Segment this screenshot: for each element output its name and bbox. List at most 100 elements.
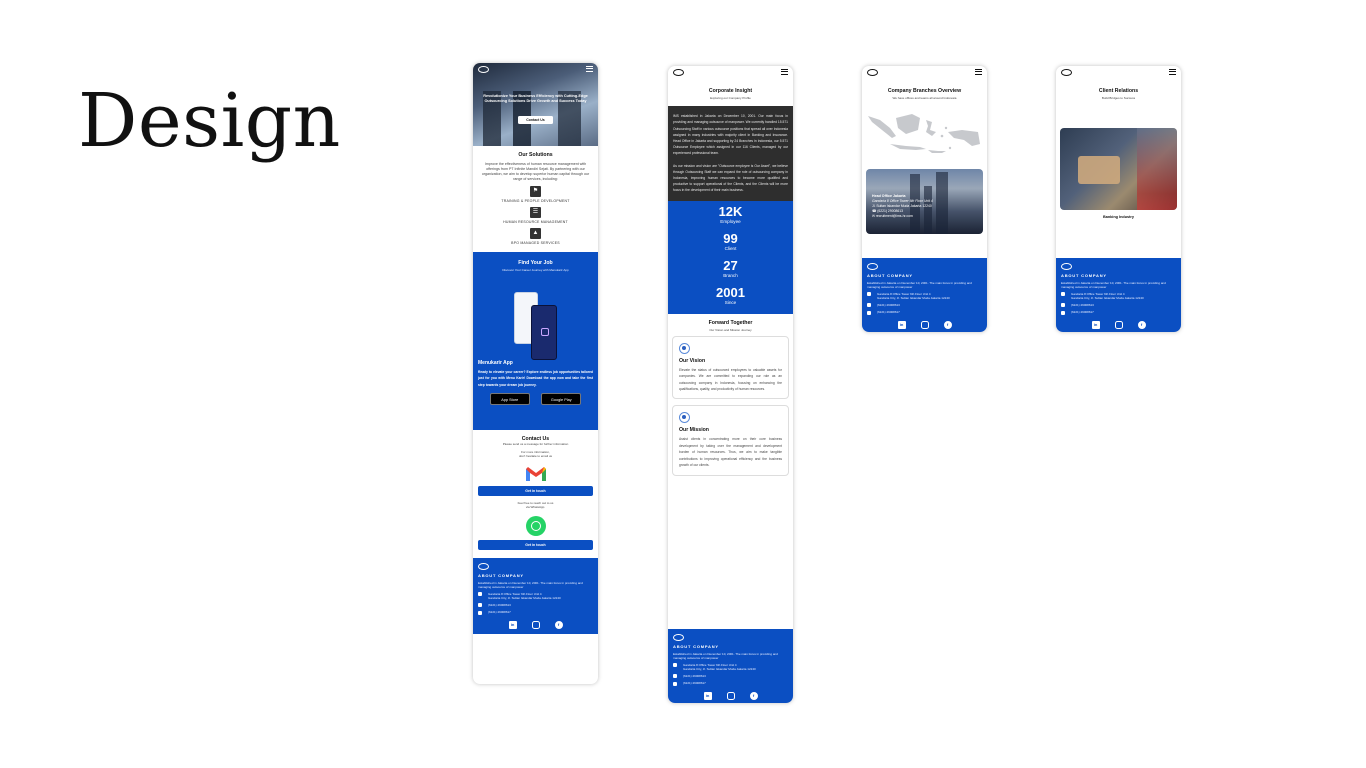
- contact-section: Contact Us Please send us a message for …: [473, 430, 598, 551]
- phone-icon: [478, 610, 482, 615]
- footer-about-title: ABOUT COMPANY: [673, 644, 719, 649]
- company-logo[interactable]: [867, 69, 878, 76]
- footer-logo: [673, 634, 684, 641]
- footer-phone-2[interactable]: (6221) 29008617: [867, 310, 982, 315]
- home-screen-mockup: Revolutionize Your Business Efficiency w…: [473, 63, 598, 684]
- office-phone: (6221) 29008613: [877, 209, 904, 214]
- office-email: recruitment@ims-hr.com: [875, 214, 913, 219]
- location-icon: [1061, 292, 1065, 297]
- footer: ABOUT COMPANY Established in Jakarta on …: [862, 258, 987, 332]
- location-icon: [673, 663, 677, 668]
- solution-item[interactable]: ☰ HUMAN RESOURCE MANAGEMENT: [481, 207, 590, 224]
- hero-contact-button[interactable]: Contact Us: [518, 116, 553, 124]
- branches-screen-mockup: Company Branches Overview We have office…: [862, 66, 987, 332]
- solution-label: BPO MANAGED SERVICES: [511, 241, 560, 245]
- email-get-in-touch-button[interactable]: Get in touch: [478, 485, 593, 496]
- mission-title: Our Mission: [679, 427, 709, 434]
- social-links: in f: [673, 691, 788, 700]
- instagram-icon[interactable]: [726, 691, 735, 700]
- footer-address: Gandaria 8 Office Tower 6th Floor Unit 4…: [1061, 292, 1176, 300]
- indonesia-map: [862, 108, 987, 164]
- hamburger-menu-icon[interactable]: [1169, 69, 1176, 75]
- hamburger-menu-icon[interactable]: [975, 69, 982, 75]
- footer-phone-1[interactable]: (6221) 29008613: [478, 603, 593, 608]
- linkedin-icon[interactable]: in: [1091, 320, 1100, 329]
- company-profile-block: IMS established in Jakarta on December 1…: [668, 106, 793, 201]
- hamburger-menu-icon[interactable]: [781, 69, 788, 75]
- top-bar: [1056, 66, 1181, 78]
- about-subtitle: Exploring our Company Profile: [710, 96, 751, 100]
- footer: ABOUT COMPANY Established in Jakarta on …: [668, 629, 793, 703]
- phone-icon: [867, 303, 871, 308]
- whatsapp-icon: [525, 516, 546, 537]
- hamburger-menu-icon[interactable]: [586, 66, 593, 72]
- footer-phone-1[interactable]: (6221) 29008613: [673, 674, 788, 679]
- stats-block: 12K Employee 99 Client 27 Branch 2001 Since: [668, 200, 793, 314]
- stat-since: 2001 Since: [716, 284, 745, 305]
- solution-label: TRAINING & PEOPLE DEVELOPMENT: [501, 199, 570, 203]
- phone-icon: [867, 310, 871, 315]
- solutions-intro: Improve the effectiveness of human resou…: [481, 162, 590, 181]
- branches-subtitle: We have offices and teams all around Ind…: [892, 96, 957, 100]
- linkedin-icon[interactable]: in: [703, 691, 712, 700]
- vision-title: Our Vision: [679, 357, 706, 364]
- footer-phone-2[interactable]: (6221) 29008617: [1061, 310, 1176, 315]
- stat-employee: 12K Employee: [718, 203, 743, 224]
- linkedin-icon[interactable]: in: [508, 620, 517, 629]
- app-store-button[interactable]: App Store: [489, 392, 530, 405]
- footer-about-text: Established in Jakarta on December 10, 2…: [673, 652, 778, 660]
- footer-phone-2[interactable]: (6221) 29008617: [673, 681, 788, 686]
- footer-phone-1[interactable]: (6221) 29008613: [867, 303, 982, 308]
- facebook-icon[interactable]: f: [554, 620, 563, 629]
- facebook-icon[interactable]: f: [749, 691, 758, 700]
- training-icon: ⚑: [530, 186, 541, 197]
- footer-logo: [478, 563, 489, 571]
- solution-label: HUMAN RESOURCE MANAGEMENT: [503, 220, 568, 224]
- instagram-icon[interactable]: [920, 320, 929, 329]
- app-screen-front: [531, 305, 557, 361]
- flame-icon: ▲: [530, 228, 541, 239]
- footer: ABOUT COMPANY Established in Jakarta on …: [1056, 258, 1181, 332]
- footer-logo: [1061, 263, 1072, 270]
- solution-item[interactable]: ⚑ TRAINING & PEOPLE DEVELOPMENT: [481, 186, 590, 203]
- industry-label: Banking Industry: [1102, 215, 1134, 220]
- office-title: Head Office Jakarta: [872, 194, 906, 199]
- about-title: Corporate Insight: [708, 88, 753, 94]
- footer-address: Gandaria 8 Office Tower 6th Floor Unit 4…: [867, 292, 982, 300]
- clients-screen-mockup: Client Relations Build Bridges to Succes…: [1056, 66, 1181, 332]
- footer-about-text: Established in Jakarta on December 10, 2…: [478, 581, 583, 590]
- facebook-icon[interactable]: f: [1137, 320, 1146, 329]
- org-chart-icon: ☰: [530, 207, 541, 218]
- vision-text: Elevate the status of outsourced employe…: [679, 367, 782, 392]
- profile-paragraph-2: As our mission and vision are "Outsource…: [673, 163, 788, 193]
- job-subtitle: Discover Your Career Journey with Menuka…: [502, 268, 569, 272]
- hero-headline: Revolutionize Your Business Efficiency w…: [483, 94, 588, 103]
- about-screen-mockup: Corporate Insight Exploring our Company …: [668, 66, 793, 703]
- mail-icon: ✉: [872, 214, 875, 219]
- linkedin-icon[interactable]: in: [897, 320, 906, 329]
- solutions-title: Our Solutions: [518, 152, 553, 158]
- phone-icon: [673, 681, 677, 686]
- company-logo[interactable]: [1061, 69, 1072, 76]
- instagram-icon[interactable]: [531, 620, 540, 629]
- instagram-icon[interactable]: [1114, 320, 1123, 329]
- banking-industry-image[interactable]: [1060, 128, 1177, 211]
- footer-address: Gandaria 8 Office Tower 6th Floor Unit 4…: [673, 663, 788, 671]
- facebook-icon[interactable]: f: [943, 320, 952, 329]
- google-play-button[interactable]: Google Play: [541, 392, 582, 405]
- footer-about-title: ABOUT COMPANY: [478, 573, 524, 579]
- solution-item[interactable]: ▲ BPO MANAGED SERVICES: [481, 228, 590, 245]
- mission-text: Assist clients in concentrating more on …: [679, 437, 782, 468]
- company-logo[interactable]: [478, 66, 489, 73]
- company-logo[interactable]: [673, 69, 684, 76]
- mission-icon: [679, 412, 690, 424]
- footer-phone-2[interactable]: (6221) 29008617: [478, 610, 593, 615]
- footer-about-title: ABOUT COMPANY: [867, 273, 913, 278]
- footer-logo: [867, 263, 878, 270]
- footer-phone-1[interactable]: (6221) 29008613: [1061, 303, 1176, 308]
- whatsapp-get-in-touch-button[interactable]: Get in touch: [478, 540, 593, 551]
- clients-title: Client Relations: [1098, 88, 1139, 94]
- footer-about-title: ABOUT COMPANY: [1061, 273, 1107, 278]
- top-bar: [668, 66, 793, 78]
- head-office-card[interactable]: Head Office Jakarta Gandaria 8 Office To…: [866, 169, 983, 235]
